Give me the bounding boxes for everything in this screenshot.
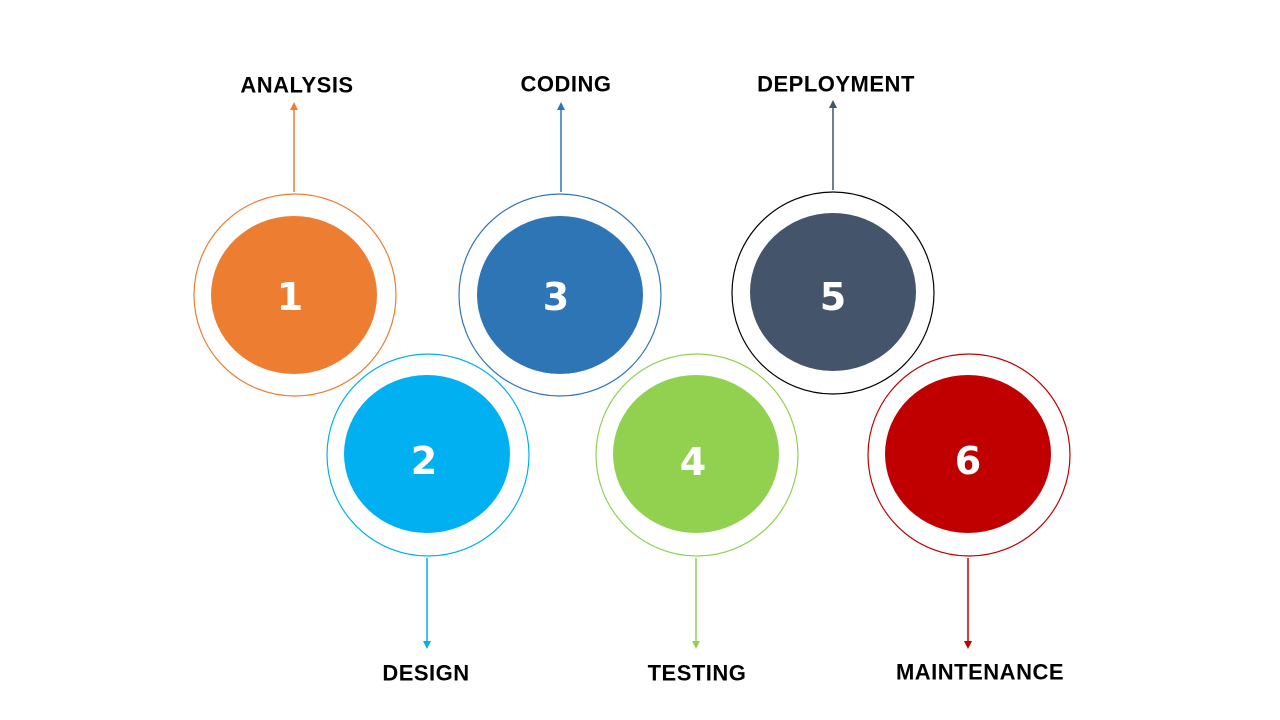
sdlc-diagram: 1 ANALYSIS 2 DESIGN 3 CODING 4 TESTING 5… <box>193 72 1071 686</box>
stage-5: 5 DEPLOYMENT <box>731 72 935 395</box>
arrowhead-5 <box>829 100 837 108</box>
arrowhead-4 <box>692 641 700 649</box>
stage-number-3: 3 <box>543 275 569 319</box>
arrowhead-6 <box>964 641 972 649</box>
stage-number-1: 1 <box>277 275 303 319</box>
stage-label-design: DESIGN <box>382 661 469 686</box>
arrowhead-2 <box>423 641 431 649</box>
stage-number-5: 5 <box>820 275 846 319</box>
arrowhead-3 <box>557 102 565 110</box>
stage-label-testing: TESTING <box>648 661 747 686</box>
stage-number-6: 6 <box>955 439 981 483</box>
stage-4: 4 TESTING <box>595 353 799 686</box>
stage-3: 3 CODING <box>458 72 662 397</box>
stage-label-deployment: DEPLOYMENT <box>757 72 915 97</box>
arrowhead-1 <box>290 102 298 110</box>
stage-6: 6 MAINTENANCE <box>867 353 1071 685</box>
stage-label-maintenance: MAINTENANCE <box>896 660 1064 685</box>
stage-label-coding: CODING <box>521 72 612 97</box>
stage-number-4: 4 <box>680 440 706 484</box>
stage-1: 1 ANALYSIS <box>193 73 397 397</box>
stage-number-2: 2 <box>411 439 437 483</box>
stage-label-analysis: ANALYSIS <box>240 73 353 98</box>
stage-2: 2 DESIGN <box>326 353 530 686</box>
